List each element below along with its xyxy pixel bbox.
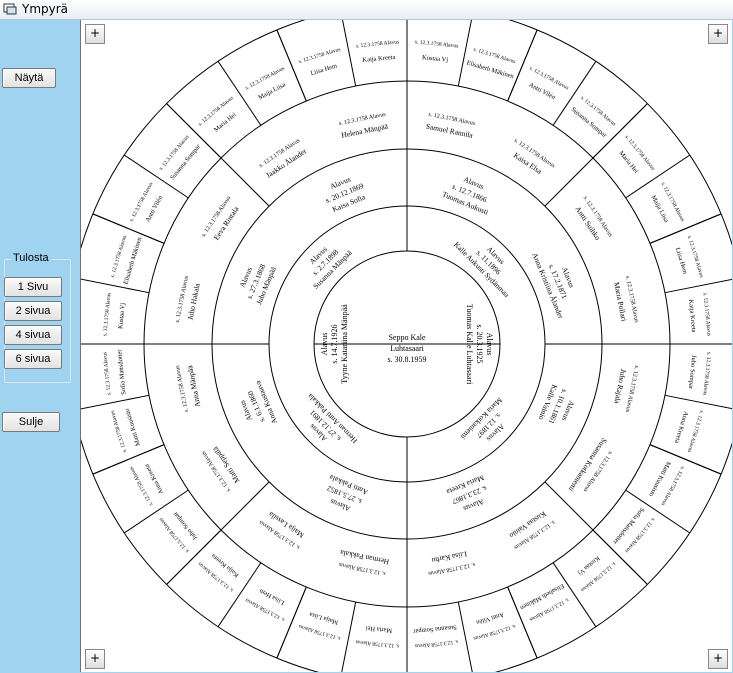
segment-divider: [625, 489, 690, 534]
ancestor-gen5-text: Maija Liisa: [308, 610, 339, 625]
ancestor-gen5-text: Maria Hei: [365, 624, 392, 634]
genealogy-canvas[interactable]: Seppo Kale Luhtasaari s. 30.8.1959 Tuomas K…: [80, 20, 732, 672]
ancestor-gen4-text: Liisa Karhu: [431, 549, 468, 565]
ancestor-gen5-date: s. 12.3.1758 Alavus: [701, 352, 711, 396]
ancestor-gen5-text: Kustaa Vj: [576, 554, 601, 576]
print-2-pages-button[interactable]: 2 sivua: [4, 301, 62, 321]
ancestor-gen5-date: s. 12.3.1758 Alavus: [356, 39, 400, 49]
segment-divider: [124, 154, 189, 199]
zoom-bottom-left-button[interactable]: +: [85, 649, 105, 669]
segment-divider: [217, 61, 262, 126]
ancestor-gen5-text: Susanna Sompar: [412, 623, 457, 634]
segment-divider: [664, 394, 732, 410]
segment-divider: [81, 394, 150, 410]
zoom-bottom-right-button[interactable]: +: [708, 649, 728, 669]
ancestor-gen5-text: Liisa Hem: [258, 587, 285, 606]
show-button[interactable]: Näytä: [2, 68, 56, 88]
ancestor-gen5-text: Kustaa Vj: [117, 302, 127, 329]
print-1-page-button[interactable]: 1 Sivu: [4, 277, 62, 297]
segment-divider: [457, 20, 472, 87]
ancestor-gen5-text: Liisa Hem: [310, 63, 338, 78]
ancestor-gen5-text: Juho Sompar: [687, 355, 697, 390]
ancestor-gen5-text: Kaija Kreeta: [362, 54, 396, 64]
ancestor-gen5-text: Maija Liisa: [650, 194, 670, 224]
segment-divider: [552, 562, 597, 627]
segment-divider: [342, 20, 357, 87]
ancestor-gen5-date: s. 12.3.1758 Alavus: [102, 293, 112, 337]
ancestor-gen5-date: s. 12.3.1758 Alavus: [415, 39, 459, 49]
close-button[interactable]: Sulje: [2, 412, 60, 432]
segment-divider: [625, 154, 690, 199]
center-person-text: Seppo Kale: [388, 333, 426, 342]
ancestor-gen5-text: Matti Kuusisto: [124, 408, 142, 447]
parent-text: Tyyne Katariina Mänpää: [340, 304, 349, 384]
ancestor-gen4-text: Eeva Rintala: [212, 204, 241, 242]
print-group-label: Tulosta: [11, 252, 51, 264]
ancestor-gen5-date: s. 12.3.1758 Alavus: [415, 638, 459, 648]
window-title: Ympyrä: [22, 2, 69, 16]
ancestor-gen5-text: Antti Vilén: [144, 194, 164, 223]
ancestor-gen5-date: s. 12.3.1758 Alavus: [102, 352, 112, 396]
ancestor-gen5-text: Anna Kreeta: [673, 410, 689, 444]
ancestor-gen5-text: Antti Vilén: [528, 81, 557, 101]
segment-divider: [552, 61, 597, 126]
parent-text: Tuomas Kalle Luhtasaari: [465, 304, 474, 385]
ancestor-gen4-text: Juho Hakala: [186, 282, 202, 321]
ancestor-gen5-text: Liisa Hem: [674, 247, 689, 275]
ancestor-gen5-text: Kaija Kreeta: [687, 299, 697, 333]
ancestor-gen4-text: Juho Rajala: [612, 368, 628, 405]
print-4-pages-button[interactable]: 4 sivua: [4, 325, 62, 345]
segment-divider: [217, 562, 262, 627]
ancestor-gen5-date: s. 12.3.1758 Alavus: [356, 638, 400, 648]
app-icon: [3, 3, 17, 15]
segment-divider: [124, 489, 189, 534]
center-person-text: s. 30.8.1959: [387, 355, 426, 364]
ancestor-gen4-text: Antti Suihko: [573, 205, 602, 242]
ancestor-gen5-text: Antti Vilén: [475, 611, 505, 626]
segment-divider: [457, 601, 473, 672]
ancestor-gen4-text: Maria Pollari: [612, 281, 629, 322]
ancestor-gen5-text: Maija Liisa: [257, 81, 287, 101]
left-control-panel: Näytä Tulosta 1 Sivu 2 sivua 4 sivua 6 s…: [0, 20, 80, 673]
parent-text: s. 14.7.1926: [330, 324, 339, 363]
segment-divider: [81, 278, 150, 294]
center-person-text: Luhtasaari: [390, 344, 425, 353]
print-6-pages-button[interactable]: 6 sivua: [4, 349, 62, 369]
title-bar: Ympyrä: [0, 0, 733, 20]
ancestor-gen5-date: s. 12.3.1758 Alavus: [701, 293, 711, 337]
segment-divider: [664, 278, 732, 294]
ancestor-gen5-text: Sofia Mattsdotter: [116, 348, 127, 395]
ancestor-circle-chart: Seppo Kale Luhtasaari s. 30.8.1959 Tuomas K…: [81, 20, 732, 672]
parent-text: Alavus: [320, 333, 329, 356]
parent-text: s. 20.3.1925: [475, 324, 484, 363]
zoom-top-left-button[interactable]: +: [85, 24, 105, 44]
ancestor-gen5-text: Kustaa Vj: [422, 54, 449, 64]
segment-divider: [341, 601, 357, 672]
zoom-top-right-button[interactable]: +: [708, 24, 728, 44]
parent-text: Alavus: [485, 333, 494, 356]
